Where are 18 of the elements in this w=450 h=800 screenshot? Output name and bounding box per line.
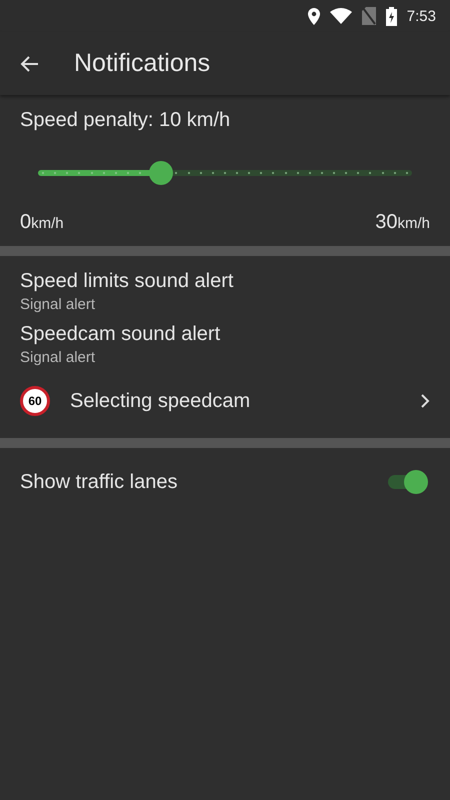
- chevron-right-icon: [420, 394, 430, 408]
- max-value: 30km/h: [375, 211, 430, 234]
- setting-subtitle: Signal alert: [20, 349, 96, 366]
- setting-title[interactable]: Speedcam sound alert: [20, 323, 430, 346]
- speed-limit-sign-icon: 60: [20, 386, 50, 416]
- setting-title[interactable]: Speed limits sound alert: [20, 270, 430, 293]
- battery-charging-icon: [386, 6, 397, 26]
- status-time: 7:53: [406, 8, 436, 24]
- slider-label: Speed penalty: 10 km/h: [20, 109, 232, 132]
- location-icon: [308, 8, 320, 24]
- setting-label: Show traffic lanes: [20, 470, 178, 494]
- min-value: 0km/h: [20, 211, 64, 234]
- no-sim-icon: [362, 7, 376, 25]
- wifi-icon: [330, 8, 352, 24]
- toolbar-title: Notifications: [74, 49, 210, 78]
- speedcam-menu-item[interactable]: 60 Selecting speedcam: [0, 376, 450, 416]
- slider-thumb[interactable]: [149, 161, 174, 185]
- setting-subtitle: Signal alert: [20, 296, 96, 313]
